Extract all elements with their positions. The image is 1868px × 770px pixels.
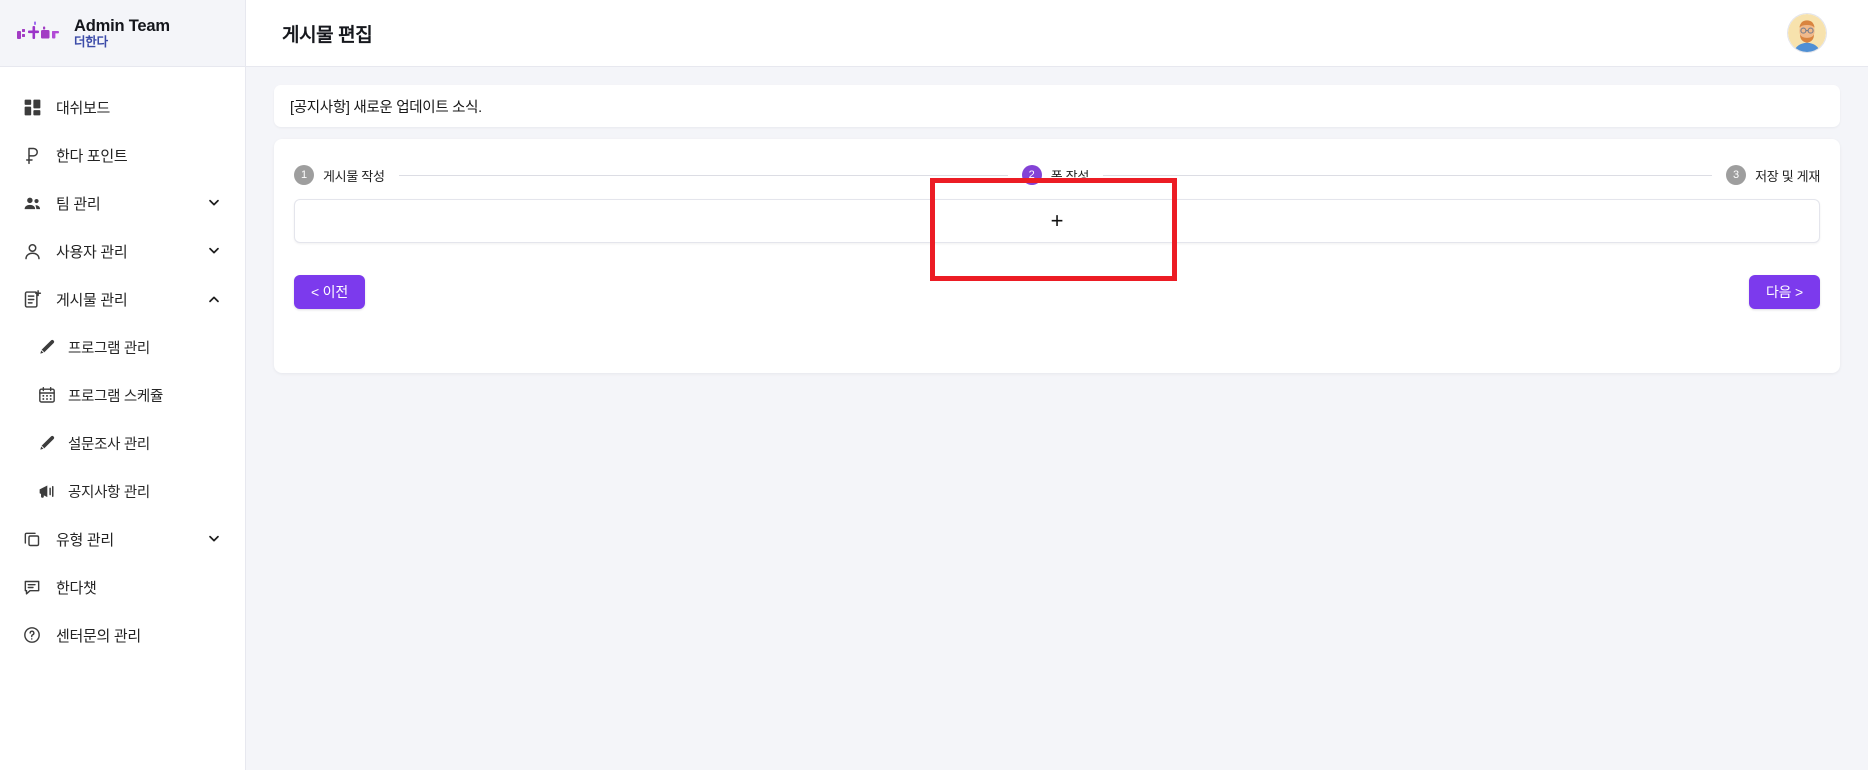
sidebar-item-label: 한다 포인트	[56, 147, 128, 165]
prev-button[interactable]: < 이전	[294, 275, 366, 309]
chat-icon	[8, 577, 56, 597]
brand-header[interactable]: Admin Team 더한다	[0, 0, 245, 67]
panel-actions: < 이전 다음 >	[294, 275, 1820, 309]
sidebar-item-4[interactable]: 게시물 관리	[0, 275, 245, 323]
sidebar-item-11[interactable]: 센터문의 관리	[0, 611, 245, 659]
sidebar-item-2[interactable]: 팀 관리	[0, 179, 245, 227]
chevron-up-icon[interactable]	[205, 291, 223, 307]
sidebar-item-0[interactable]: 대쉬보드	[0, 83, 245, 131]
chevron-down-icon[interactable]	[205, 195, 223, 211]
stepper-label: 저장 및 게재	[1755, 168, 1821, 184]
point-icon	[8, 145, 56, 166]
plus-icon: +	[1050, 208, 1064, 233]
sidebar-item-label: 프로그램 관리	[68, 340, 150, 357]
sidebar-item-6[interactable]: 프로그램 스케쥴	[0, 371, 245, 419]
stepper-step-2[interactable]: 2 폼 작성	[1021, 165, 1090, 185]
topbar: 게시물 편집	[246, 0, 1868, 67]
sidebar-item-7[interactable]: 설문조사 관리	[0, 419, 245, 467]
pencil-icon	[26, 433, 68, 453]
sidebar-item-9[interactable]: 유형 관리	[0, 515, 245, 563]
app-root: Admin Team 더한다 대쉬보드한다 포인트팀 관리사용자 관리게시물 관…	[0, 0, 1868, 770]
sidebar-item-label: 게시물 관리	[56, 291, 128, 309]
sidebar-item-label: 팀 관리	[56, 195, 101, 213]
stepper-number-badge: 2	[1021, 165, 1042, 185]
dashboard-icon	[8, 97, 56, 118]
form-area: +	[294, 199, 1820, 243]
sidebar-item-1[interactable]: 한다 포인트	[0, 131, 245, 179]
sidebar-item-10[interactable]: 한다챗	[0, 563, 245, 611]
add-form-field-button[interactable]: +	[294, 199, 1820, 243]
next-button[interactable]: 다음 >	[1748, 275, 1820, 309]
stepper-number-badge: 3	[1726, 165, 1747, 185]
brand-subtitle: 더한다	[74, 35, 108, 50]
stepper-label: 폼 작성	[1050, 168, 1090, 184]
sidebar-item-label: 공지사항 관리	[68, 484, 150, 501]
chevron-down-icon[interactable]	[205, 243, 223, 259]
sidebar-item-8[interactable]: 공지사항 관리	[0, 467, 245, 515]
sidebar-item-label: 사용자 관리	[56, 243, 128, 261]
sidebar-item-3[interactable]: 사용자 관리	[0, 227, 245, 275]
post-add-icon	[8, 289, 56, 310]
page-title: 게시물 편집	[282, 24, 373, 46]
copy-icon	[8, 529, 56, 549]
sidebar-item-label: 설문조사 관리	[68, 436, 150, 453]
notice-title-bar[interactable]: [공지사항] 새로운 업데이트 소식.	[274, 85, 1840, 127]
pencil-icon	[26, 337, 68, 357]
notice-title-text: [공지사항] 새로운 업데이트 소식.	[290, 99, 482, 116]
sidebar-item-label: 한다챗	[56, 579, 97, 597]
megaphone-icon	[26, 481, 68, 502]
chevron-down-icon[interactable]	[205, 531, 223, 547]
sidebar-item-label: 유형 관리	[56, 531, 114, 549]
stepper-step-1[interactable]: 1 게시물 작성	[294, 165, 385, 185]
avatar[interactable]	[1788, 14, 1826, 52]
help-circle-icon	[8, 625, 56, 645]
stepper-number-badge: 1	[294, 165, 314, 185]
brand-title: Admin Team	[74, 16, 170, 35]
sidebar-item-label: 프로그램 스케쥴	[68, 388, 164, 405]
stepper-connector-1	[398, 174, 1008, 176]
stepper-label: 게시물 작성	[323, 168, 385, 184]
sidebar-item-label: 대쉬보드	[56, 99, 111, 117]
main-area: 게시물 편집 [공지사항] 새로운 업데이트 소식. 1 게시물 작성 2 폼 …	[246, 0, 1868, 770]
team-icon	[8, 193, 56, 214]
sidebar: Admin Team 더한다 대쉬보드한다 포인트팀 관리사용자 관리게시물 관…	[0, 0, 246, 770]
content-area: [공지사항] 새로운 업데이트 소식. 1 게시물 작성 2 폼 작성 3 저장 및 게재…	[246, 67, 1868, 770]
sidebar-nav: 대쉬보드한다 포인트팀 관리사용자 관리게시물 관리프로그램 관리프로그램 스케…	[0, 67, 245, 659]
calendar-icon	[26, 385, 68, 405]
sidebar-item-5[interactable]: 프로그램 관리	[0, 323, 245, 371]
stepper-connector-2	[1103, 174, 1713, 176]
deohanda-logo-icon	[16, 16, 60, 50]
stepper-step-3[interactable]: 3 저장 및 게재	[1726, 165, 1820, 185]
form-builder-panel: 1 게시물 작성 2 폼 작성 3 저장 및 게재 + < 이전 다음 >	[274, 139, 1840, 373]
stepper: 1 게시물 작성 2 폼 작성 3 저장 및 게재	[294, 153, 1820, 191]
user-icon	[8, 241, 56, 262]
sidebar-item-label: 센터문의 관리	[56, 627, 141, 645]
